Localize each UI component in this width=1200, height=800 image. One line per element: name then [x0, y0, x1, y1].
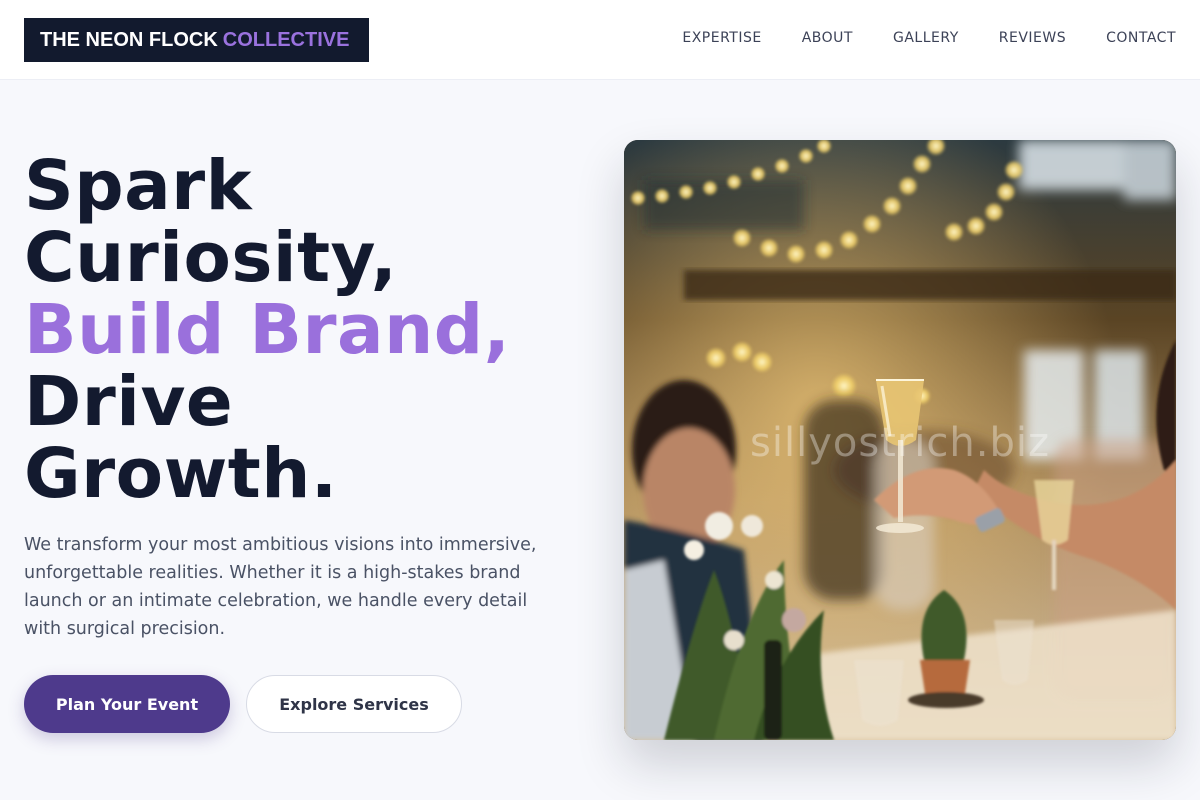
- hero-event-photo: sillyostrich.biz: [624, 140, 1176, 740]
- plan-event-button[interactable]: Plan Your Event: [24, 675, 230, 733]
- nav-link-expertise[interactable]: EXPERTISE: [682, 30, 761, 46]
- logo-text-main: THE NEON FLOCK: [40, 28, 218, 51]
- site-header: THE NEON FLOCK COLLECTIVE EXPERTISE ABOU…: [0, 0, 1200, 80]
- nav-link-about[interactable]: ABOUT: [802, 30, 853, 46]
- hero-title-line: Curiosity,: [24, 218, 398, 298]
- nav-link-contact[interactable]: CONTACT: [1106, 30, 1176, 46]
- logo-text-accent: COLLECTIVE: [222, 28, 350, 51]
- nav-link-gallery[interactable]: GALLERY: [893, 30, 959, 46]
- hero-description: We transform your most ambitious visions…: [24, 535, 537, 639]
- hero-title-line: Spark: [24, 146, 253, 226]
- image-watermark: sillyostrich.biz: [750, 420, 1050, 466]
- hero-title: Spark Curiosity, Build Brand, Drive Grow…: [24, 150, 584, 510]
- main-nav: EXPERTISE ABOUT GALLERY REVIEWS CONTACT: [682, 0, 1176, 76]
- brand-logo[interactable]: THE NEON FLOCK COLLECTIVE: [24, 18, 369, 62]
- explore-services-button[interactable]: Explore Services: [246, 675, 462, 733]
- nav-link-reviews[interactable]: REVIEWS: [999, 30, 1066, 46]
- hero-title-line: Growth.: [24, 434, 338, 514]
- hero-title-line: Drive: [24, 362, 234, 442]
- hero-title-accent-line: Build Brand,: [24, 290, 511, 370]
